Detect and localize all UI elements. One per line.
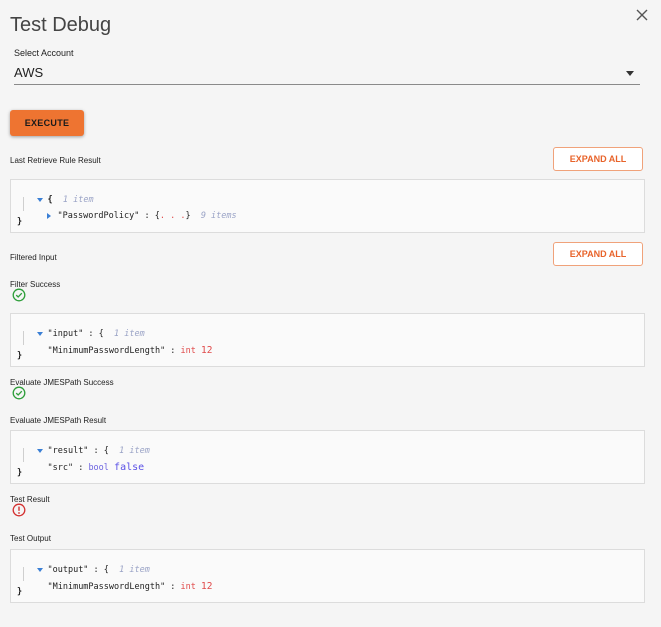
json-type-int: int: [180, 346, 196, 356]
expand-all-button-1[interactable]: EXPAND ALL: [553, 147, 643, 171]
json-inner-count: 9 items: [200, 211, 237, 221]
json-value-12: 12: [201, 581, 213, 592]
close-button[interactable]: [633, 6, 653, 26]
expand-toggle-icon[interactable]: [47, 212, 52, 219]
account-select[interactable]: AWS: [14, 62, 640, 85]
filtered-input-label: Filtered Input: [10, 253, 57, 262]
json-value-12: 12: [201, 345, 213, 356]
json-value-false: false: [114, 462, 145, 473]
check-circle-icon: [12, 386, 26, 400]
collapsed-dots[interactable]: . . .: [160, 211, 186, 221]
json-key-passwordpolicy: "PasswordPolicy" : {: [57, 211, 160, 221]
json-close-brace: }: [17, 468, 23, 478]
json-key-minimumpasswordlength: "MinimumPasswordLength" :: [47, 582, 181, 592]
json-key-src: "src" :: [47, 463, 89, 473]
retrieve-json-viewer: { 1 item "PasswordPolicy" : {. . .} 9 it…: [10, 179, 645, 233]
json-close-inline: }: [185, 211, 191, 221]
jmespath-json-viewer: "result" : { 1 item "src" : bool false }: [10, 430, 645, 484]
json-type-int: int: [180, 582, 196, 592]
json-key-minimumpasswordlength: "MinimumPasswordLength" :: [47, 346, 181, 356]
account-select-value: AWS: [14, 65, 44, 80]
error-circle-icon: [12, 503, 26, 517]
dialog-title: Test Debug: [10, 14, 112, 36]
json-close-brace: }: [17, 587, 23, 597]
json-type-bool: bool: [88, 463, 109, 473]
json-close-brace: }: [17, 351, 23, 361]
test-output-label: Test Output: [10, 534, 51, 543]
jmespath-result-label: Evaluate JMESPath Result: [10, 416, 107, 425]
chevron-down-icon: [626, 71, 634, 76]
execute-button[interactable]: EXECUTE: [10, 110, 84, 136]
expand-all-button-2[interactable]: EXPAND ALL: [553, 242, 643, 266]
json-close-brace: }: [17, 217, 23, 227]
close-icon: [636, 9, 648, 21]
test-output-json-viewer: "output" : { 1 item "MinimumPasswordLeng…: [10, 549, 645, 603]
check-circle-icon: [12, 288, 26, 302]
select-account-label: Select Account: [14, 48, 74, 58]
retrieve-result-label: Last Retrieve Rule Result: [10, 156, 101, 165]
filtered-json-viewer: "input" : { 1 item "MinimumPasswordLengt…: [10, 313, 645, 367]
